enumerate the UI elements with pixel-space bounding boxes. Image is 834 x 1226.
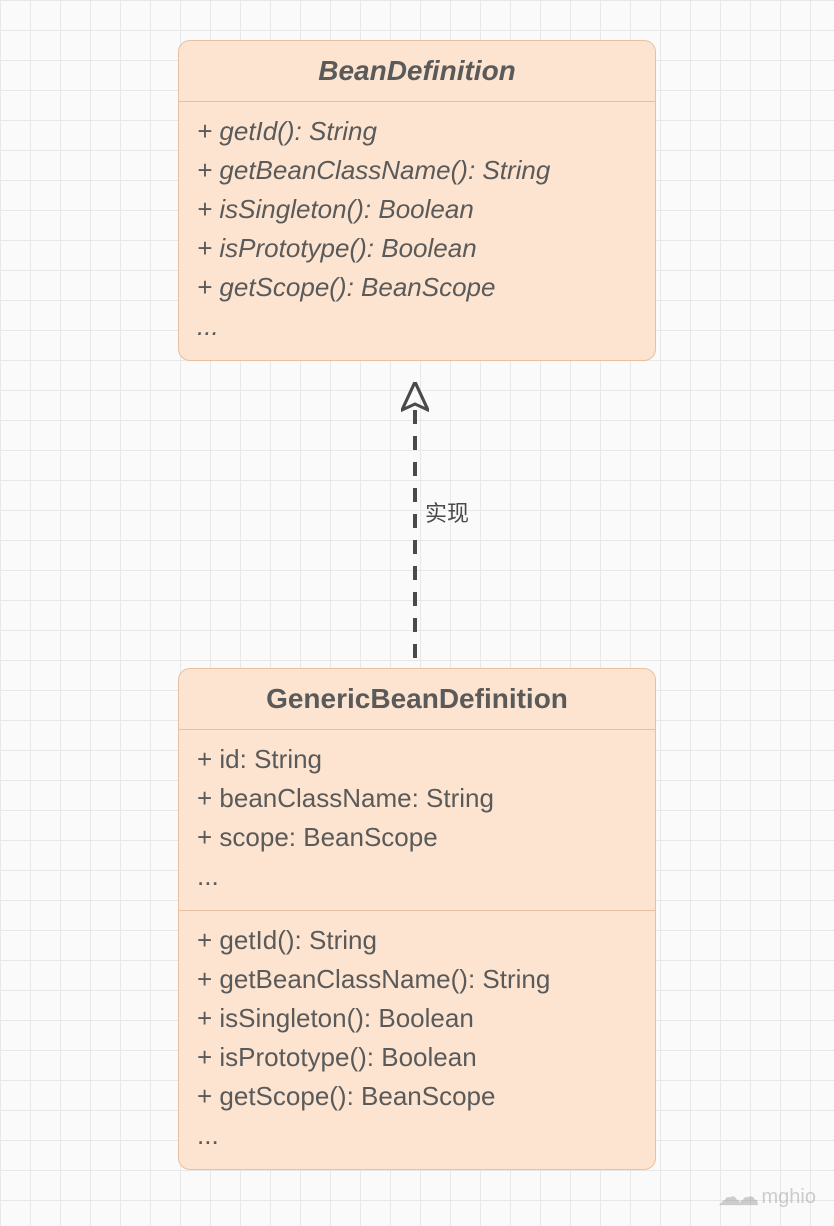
class-method: + getId(): String xyxy=(197,921,637,960)
class-method: + isPrototype(): Boolean xyxy=(197,1038,637,1077)
class-attribute: + beanClassName: String xyxy=(197,779,637,818)
class-title: GenericBeanDefinition xyxy=(179,669,655,730)
class-method: + getBeanClassName(): String xyxy=(197,960,637,999)
dashed-line xyxy=(413,410,417,670)
watermark-text: mghio xyxy=(762,1186,816,1209)
watermark: ☁☁ mghio xyxy=(718,1183,816,1212)
class-attribute: + id: String xyxy=(197,740,637,779)
class-attribute: ... xyxy=(197,857,637,896)
interface-methods-section: + getId(): String + getBeanClassName(): … xyxy=(179,102,655,360)
class-attributes-section: + id: String + beanClassName: String + s… xyxy=(179,730,655,911)
interface-method: + getBeanClassName(): String xyxy=(197,151,637,190)
class-method: + getScope(): BeanScope xyxy=(197,1077,637,1116)
interface-method: + getScope(): BeanScope xyxy=(197,268,637,307)
uml-class-box: GenericBeanDefinition + id: String + bea… xyxy=(178,668,656,1170)
interface-method: ... xyxy=(197,307,637,346)
arrow-head-icon xyxy=(401,382,429,412)
watermark-icon: ☁☁ xyxy=(718,1183,754,1212)
class-method: ... xyxy=(197,1116,637,1155)
class-attribute: + scope: BeanScope xyxy=(197,818,637,857)
interface-method: + getId(): String xyxy=(197,112,637,151)
interface-method: + isPrototype(): Boolean xyxy=(197,229,637,268)
interface-method: + isSingleton(): Boolean xyxy=(197,190,637,229)
class-methods-section: + getId(): String + getBeanClassName(): … xyxy=(179,911,655,1169)
class-method: + isSingleton(): Boolean xyxy=(197,999,637,1038)
interface-title: BeanDefinition xyxy=(179,41,655,102)
uml-interface-box: BeanDefinition + getId(): String + getBe… xyxy=(178,40,656,361)
relation-label: 实现 xyxy=(425,496,469,528)
